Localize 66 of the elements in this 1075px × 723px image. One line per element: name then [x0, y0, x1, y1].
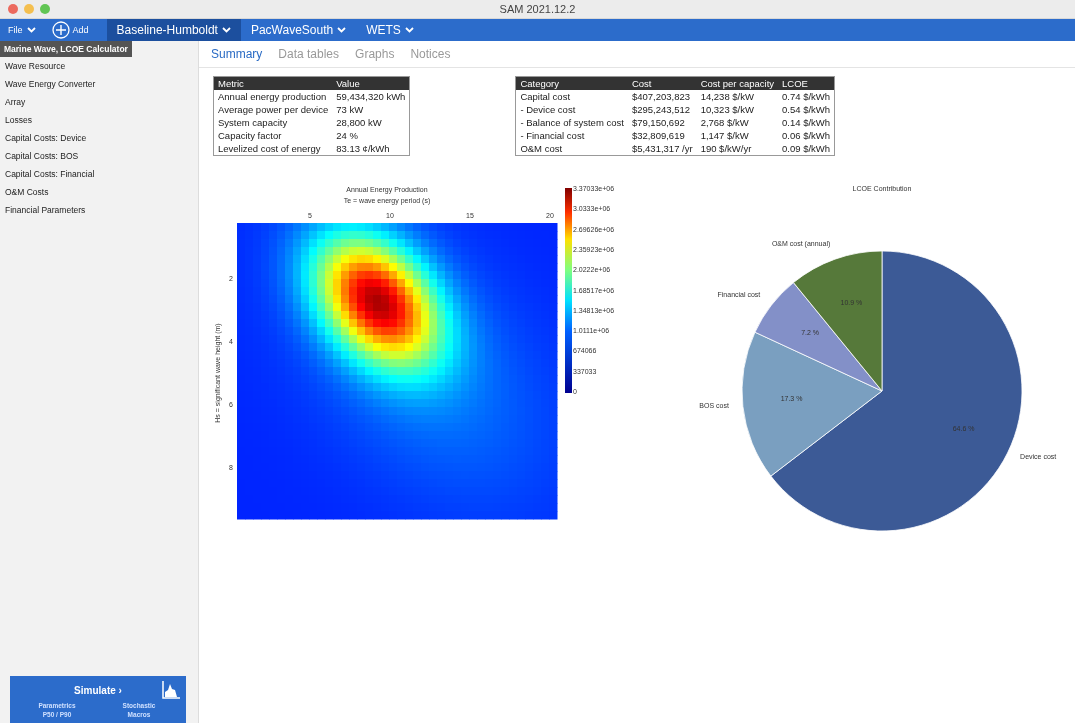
- table-cell: 0.06 $/kWh: [778, 129, 835, 142]
- table-cell: 24 %: [332, 129, 410, 142]
- table-cell: $5,431,317 /yr: [627, 142, 697, 156]
- sidebar-item[interactable]: Capital Costs: Device: [0, 129, 198, 147]
- table-cell: - Device cost: [515, 103, 628, 116]
- chart-icon: [162, 681, 180, 699]
- sidebar-header: Marine Wave, LCOE Calculator: [0, 41, 132, 57]
- table-cell-text: $79,150,692: [630, 116, 686, 129]
- column-header: Cost: [627, 76, 697, 90]
- table-cell: Levelized cost of energy: [213, 142, 333, 156]
- tab[interactable]: Summary: [211, 45, 263, 63]
- table-cell-text: 1,147 $/kW: [699, 129, 750, 142]
- file-menu[interactable]: File: [0, 19, 44, 41]
- table-cell: Capacity factor: [213, 129, 333, 142]
- sidebar-item[interactable]: Array: [0, 93, 198, 111]
- table-cell-text: $32,809,619: [630, 129, 686, 142]
- case-tab[interactable]: PacWaveSouth: [240, 19, 357, 41]
- table-cell: - Balance of system cost: [515, 116, 628, 129]
- table-cell-text: 10,323 $/kW: [699, 103, 755, 116]
- table-cell: Average power per device: [213, 103, 333, 116]
- table-cell: 0.14 $/kWh: [778, 116, 835, 129]
- column-header: Category: [515, 76, 628, 90]
- table-cell: Capital cost: [515, 90, 628, 103]
- tab[interactable]: Graphs: [355, 45, 395, 63]
- table-cell: 73 kW: [332, 103, 410, 116]
- zoom-button[interactable]: [40, 4, 50, 14]
- sidebar-item[interactable]: O&M Costs: [0, 183, 198, 201]
- sidebar-item[interactable]: Capital Costs: BOS: [0, 147, 198, 165]
- table-cell: 59,434,320 kWh: [332, 90, 410, 103]
- table-cell: O&M cost: [515, 142, 628, 156]
- add-button[interactable]: Add: [43, 19, 97, 41]
- table-cell: 28,800 kW: [332, 116, 410, 129]
- table-cell: $407,203,823: [627, 90, 697, 103]
- table-cell: System capacity: [213, 116, 333, 129]
- tab[interactable]: Notices: [410, 45, 451, 63]
- sidebar-item[interactable]: Losses: [0, 111, 198, 129]
- table-cell: - Financial cost: [515, 129, 628, 142]
- table-cell: 14,238 $/kW: [696, 90, 779, 103]
- tab[interactable]: Data tables: [278, 45, 340, 63]
- window-title: SAM 2021.12.2: [499, 3, 576, 15]
- case-tab[interactable]: WETS: [356, 19, 424, 41]
- sidebar-item[interactable]: Wave Energy Converter: [0, 75, 198, 93]
- table-cell: 0.74 $/kWh: [778, 90, 835, 103]
- chevron-icon: [221, 27, 231, 33]
- column-header: Value: [332, 76, 410, 90]
- chevron-icon: [26, 27, 36, 33]
- column-header: Cost per capacity: [696, 76, 779, 90]
- close-button[interactable]: [8, 4, 18, 14]
- minimize-button[interactable]: [24, 4, 34, 14]
- sidebar-item[interactable]: Capital Costs: Financial: [0, 165, 198, 183]
- column-header: Metric: [213, 76, 333, 90]
- case-tab[interactable]: Baseline-Humboldt: [106, 19, 241, 41]
- sidebar-item[interactable]: Wave Resource: [0, 57, 198, 75]
- simulate-button[interactable]: Simulate ›: [68, 683, 128, 697]
- chevron-icon: [337, 27, 347, 33]
- table-cell: 190 $/kW/yr: [696, 142, 779, 156]
- table-cell: 83.13 ¢/kWh: [332, 142, 410, 156]
- table-cell-text: 2,768 $/kW: [699, 116, 750, 129]
- column-header: LCOE: [778, 76, 835, 90]
- table-cell: Annual energy production: [213, 90, 333, 103]
- table-cell: 0.09 $/kWh: [778, 142, 835, 156]
- chevron-icon: [404, 27, 414, 33]
- plus-circle-icon: [51, 21, 70, 39]
- table-cell-text: $295,243,512: [630, 103, 691, 116]
- sidebar-item[interactable]: Financial Parameters: [0, 201, 198, 219]
- table-cell: 0.54 $/kWh: [778, 103, 835, 116]
